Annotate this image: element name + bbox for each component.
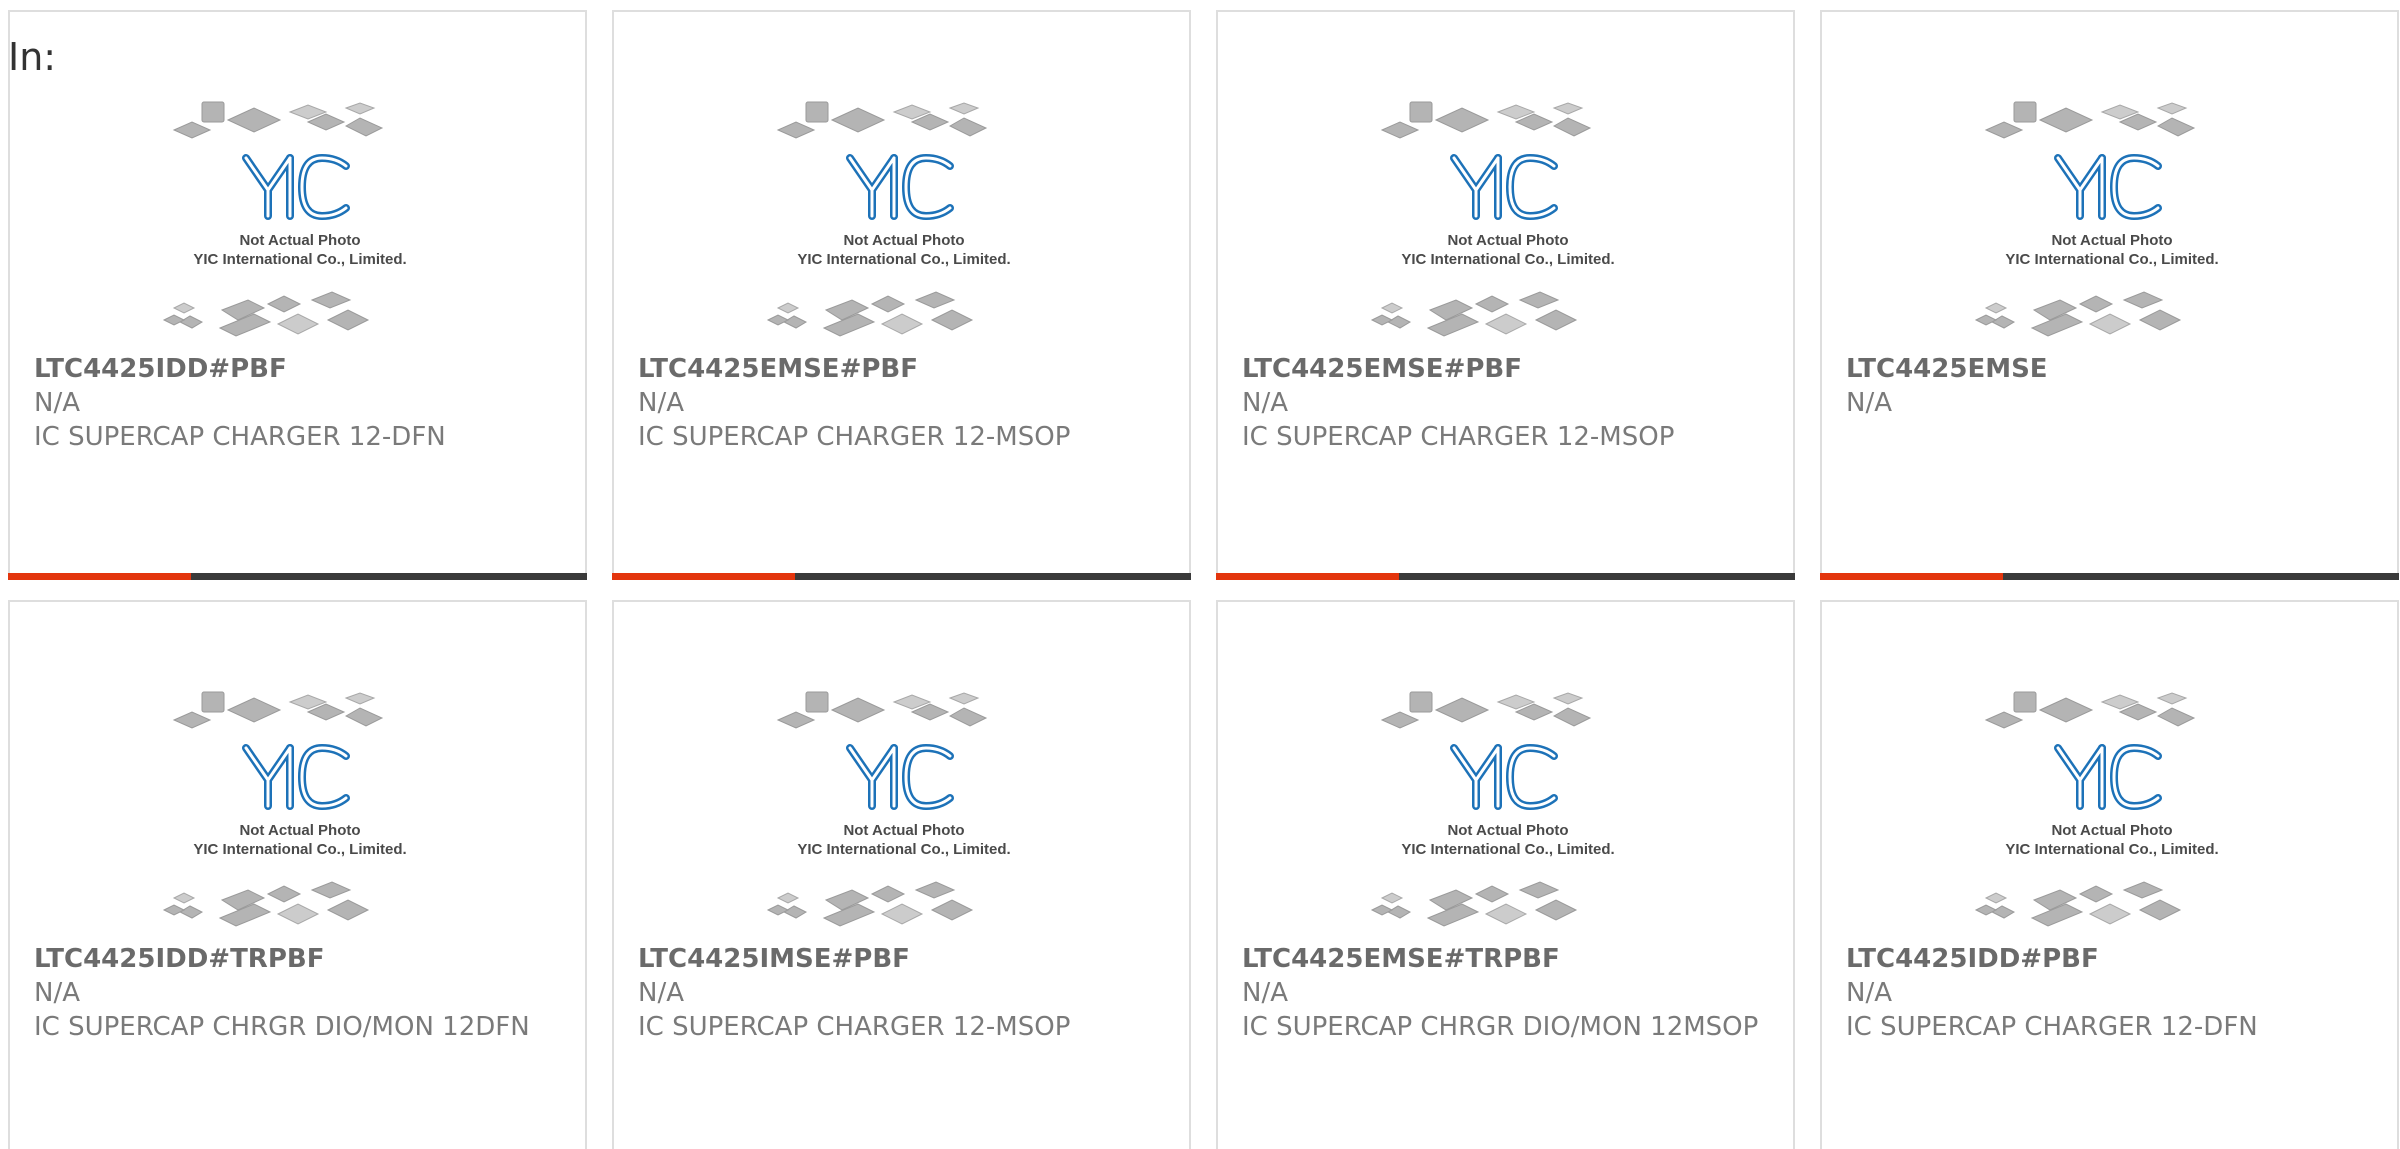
placeholder-line2: YIC International Co., Limited.: [193, 841, 406, 858]
description: IC SUPERCAP CHRGR DIO/MON 12MSOP: [1242, 1012, 1759, 1042]
card-bottom-bar: [1216, 573, 1795, 580]
part-number-link[interactable]: LTC4425EMSE#TRPBF: [1242, 942, 1769, 976]
product-placeholder-image[interactable]: Not Actual Photo YIC International Co., …: [160, 100, 440, 350]
manufacturer: N/A: [1242, 978, 1288, 1008]
manufacturer: N/A: [1242, 388, 1288, 418]
manufacturer: N/A: [1846, 388, 1892, 418]
yic-logo: [242, 744, 350, 810]
description: IC SUPERCAP CHARGER 12-DFN: [34, 422, 446, 452]
placeholder-line1: Not Actual Photo: [2051, 822, 2172, 839]
yic-logo: [1450, 744, 1558, 810]
card-accent-bar: [8, 573, 191, 580]
placeholder-line2: YIC International Co., Limited.: [797, 841, 1010, 858]
placeholder-line2: YIC International Co., Limited.: [2005, 251, 2218, 268]
chip-icons-top: [1380, 691, 1592, 729]
description: IC SUPERCAP CHARGER 12-MSOP: [1242, 422, 1675, 452]
placeholder-line1: Not Actual Photo: [1447, 232, 1568, 249]
product-placeholder-image[interactable]: Not Actual Photo YIC International Co., …: [1368, 100, 1648, 350]
chip-icons-top: [776, 101, 988, 139]
card-bottom-bar: [612, 573, 1191, 580]
placeholder-line2: YIC International Co., Limited.: [193, 251, 406, 268]
chip-icons-top: [172, 101, 384, 139]
placeholder-line1: Not Actual Photo: [843, 822, 964, 839]
product-card[interactable]: Not Actual Photo YIC International Co., …: [1216, 10, 1795, 580]
product-placeholder-image[interactable]: Not Actual Photo YIC International Co., …: [1972, 100, 2252, 350]
description: IC SUPERCAP CHARGER 12-MSOP: [638, 422, 1071, 452]
manufacturer: N/A: [34, 978, 80, 1008]
chip-icons-bottom: [1974, 881, 2182, 927]
part-number-link[interactable]: LTC4425IDD#TRPBF: [34, 942, 561, 976]
product-info: LTC4425EMSE#PBF N/A IC SUPERCAP CHARGER 12…: [638, 352, 1165, 454]
part-number-link[interactable]: LTC4425IMSE#PBF: [638, 942, 1165, 976]
card-accent-bar: [1820, 573, 2003, 580]
manufacturer: N/A: [638, 388, 684, 418]
placeholder-line1: Not Actual Photo: [239, 822, 360, 839]
part-number-link[interactable]: LTC4425EMSE#PBF: [1242, 352, 1769, 386]
card-accent-bar: [1216, 573, 1399, 580]
yic-logo: [846, 154, 954, 220]
card-bottom-bar: [1820, 573, 2399, 580]
product-info: LTC4425IDD#PBF N/A IC SUPERCAP CHARGER 12-…: [1846, 942, 2373, 1044]
product-info: LTC4425EMSE#TRPBF N/A IC SUPERCAP CHRGR DI…: [1242, 942, 1769, 1044]
chip-icons-bottom: [1370, 881, 1578, 927]
product-card[interactable]: Not Actual Photo YIC International Co., …: [1820, 10, 2399, 580]
chip-icons-bottom: [1974, 291, 2182, 337]
product-card[interactable]: Not Actual Photo YIC International Co., …: [8, 600, 587, 1149]
manufacturer: N/A: [34, 388, 80, 418]
placeholder-line1: Not Actual Photo: [843, 232, 964, 249]
part-number-link[interactable]: LTC4425EMSE#PBF: [638, 352, 1165, 386]
product-info: LTC4425EMSE N/A: [1846, 352, 2373, 420]
product-info: LTC4425IDD#TRPBF N/A IC SUPERCAP CHRGR DIO…: [34, 942, 561, 1044]
placeholder-line1: Not Actual Photo: [239, 232, 360, 249]
product-info: LTC4425EMSE#PBF N/A IC SUPERCAP CHARGER 12…: [1242, 352, 1769, 454]
product-info: LTC4425IDD#PBF N/A IC SUPERCAP CHARGER 12-…: [34, 352, 561, 454]
product-placeholder-image[interactable]: Not Actual Photo YIC International Co., …: [160, 690, 440, 940]
yic-logo: [846, 744, 954, 810]
placeholder-line1: Not Actual Photo: [1447, 822, 1568, 839]
chip-icons-top: [1984, 691, 2196, 729]
description: IC SUPERCAP CHRGR DIO/MON 12DFN: [34, 1012, 530, 1042]
yic-logo: [1450, 154, 1558, 220]
product-placeholder-image[interactable]: Not Actual Photo YIC International Co., …: [1368, 690, 1648, 940]
product-card[interactable]: Not Actual Photo YIC International Co., …: [612, 600, 1191, 1149]
card-bottom-bar: [8, 573, 587, 580]
chip-icons-bottom: [1370, 291, 1578, 337]
part-number-link[interactable]: LTC4425IDD#PBF: [1846, 942, 2373, 976]
product-placeholder-image[interactable]: Not Actual Photo YIC International Co., …: [1972, 690, 2252, 940]
part-number-link[interactable]: LTC4425EMSE: [1846, 352, 2373, 386]
yic-logo: [2054, 744, 2162, 810]
part-number-link[interactable]: LTC4425IDD#PBF: [34, 352, 561, 386]
placeholder-line2: YIC International Co., Limited.: [2005, 841, 2218, 858]
product-card[interactable]: Not Actual Photo YIC International Co., …: [8, 10, 587, 580]
placeholder-line2: YIC International Co., Limited.: [1401, 251, 1614, 268]
product-placeholder-image[interactable]: Not Actual Photo YIC International Co., …: [764, 690, 1044, 940]
chip-icons-top: [776, 691, 988, 729]
chip-icons-bottom: [766, 881, 974, 927]
product-info: LTC4425IMSE#PBF N/A IC SUPERCAP CHARGER 12…: [638, 942, 1165, 1044]
chip-icons-bottom: [162, 291, 370, 337]
description: IC SUPERCAP CHARGER 12-MSOP: [638, 1012, 1071, 1042]
chip-icons-bottom: [162, 881, 370, 927]
placeholder-line2: YIC International Co., Limited.: [797, 251, 1010, 268]
yic-logo: [242, 154, 350, 220]
chip-icons-bottom: [766, 291, 974, 337]
chip-icons-top: [1984, 101, 2196, 139]
product-card[interactable]: Not Actual Photo YIC International Co., …: [1216, 600, 1795, 1149]
manufacturer: N/A: [638, 978, 684, 1008]
in-label: In:: [8, 35, 57, 79]
manufacturer: N/A: [1846, 978, 1892, 1008]
product-placeholder-image[interactable]: Not Actual Photo YIC International Co., …: [764, 100, 1044, 350]
yic-logo: [2054, 154, 2162, 220]
description: IC SUPERCAP CHARGER 12-DFN: [1846, 1012, 2258, 1042]
chip-icons-top: [1380, 101, 1592, 139]
chip-icons-top: [172, 691, 384, 729]
product-card[interactable]: Not Actual Photo YIC International Co., …: [1820, 600, 2399, 1149]
product-grid-page: In: Not Actual Photo YIC International C…: [0, 0, 2400, 1149]
product-card[interactable]: Not Actual Photo YIC International Co., …: [612, 10, 1191, 580]
card-accent-bar: [612, 573, 795, 580]
placeholder-line1: Not Actual Photo: [2051, 232, 2172, 249]
placeholder-line2: YIC International Co., Limited.: [1401, 841, 1614, 858]
